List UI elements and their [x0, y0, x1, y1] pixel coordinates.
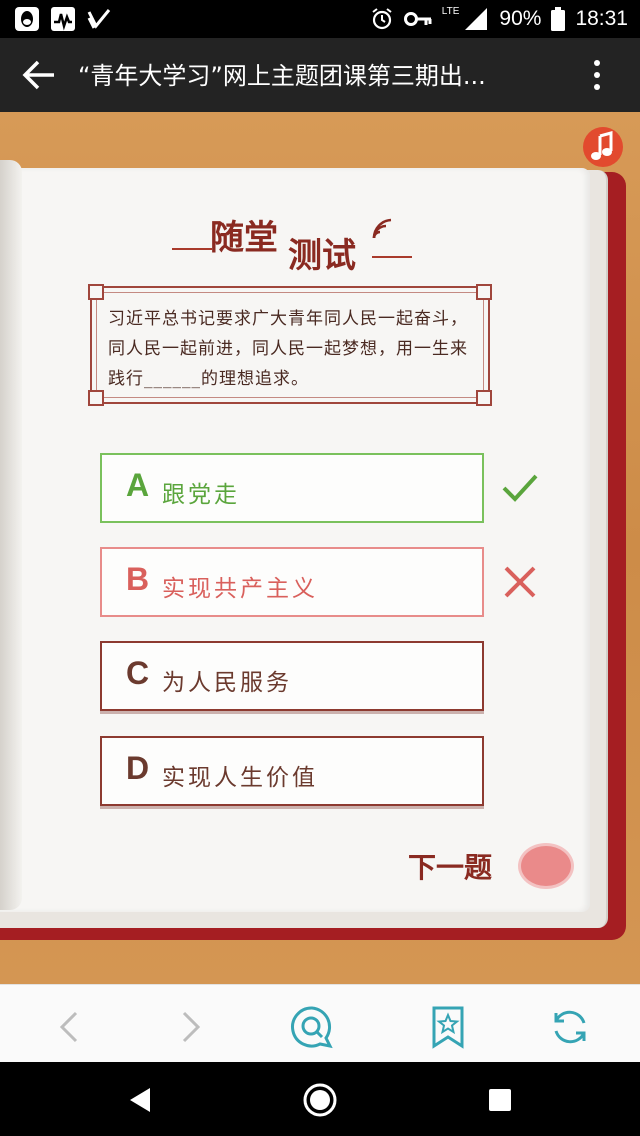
- quiz-heading: 随堂 测试: [172, 210, 412, 276]
- app-title-bar: “青年大学习”网上主题团课第三期出...: [0, 38, 640, 112]
- nav-home-icon[interactable]: [302, 1082, 338, 1118]
- option-letter: D: [126, 750, 150, 786]
- correct-check-icon: [502, 474, 538, 502]
- option-letter: C: [126, 655, 150, 691]
- signal-waves-icon: [372, 218, 392, 239]
- quiz-page: 随堂 测试 习近平总书记要求广大青年同人民一起奋斗，同人民一起前进，同人民一起梦…: [0, 112, 640, 984]
- next-question-button[interactable]: [521, 846, 571, 886]
- heading-line-left: [172, 248, 212, 250]
- nav-recents-icon[interactable]: [482, 1082, 518, 1118]
- back-arrow-icon[interactable]: [20, 55, 60, 95]
- network-type: LTE: [441, 5, 460, 17]
- checkmark-app-icon: [87, 9, 111, 29]
- option-d[interactable]: D 实现人生价值: [100, 736, 484, 806]
- option-label: 为人民服务: [162, 670, 292, 696]
- heading-line-right: [372, 256, 412, 258]
- bookmark-star-icon[interactable]: [426, 1005, 470, 1049]
- refresh-icon[interactable]: [548, 1005, 592, 1049]
- option-letter: A: [126, 467, 150, 503]
- battery-percent: 90%: [499, 7, 542, 30]
- heading-text-2: 测试: [288, 236, 356, 276]
- frame-corner: [476, 390, 492, 406]
- system-nav-bar: [0, 1062, 640, 1136]
- status-bar: LTE 90% 18:31: [0, 0, 640, 38]
- option-b[interactable]: B 实现共产主义: [100, 547, 484, 617]
- wrong-x-icon: [504, 566, 536, 598]
- option-a[interactable]: A 跟党走: [100, 453, 484, 523]
- option-letter: B: [126, 561, 150, 597]
- question-text: 习近平总书记要求广大青年同人民一起奋斗，同人民一起前进，同人民一起梦想，用一生来…: [108, 309, 468, 389]
- frame-corner: [476, 284, 492, 300]
- next-question-label[interactable]: 下一题: [408, 846, 492, 886]
- more-options-icon[interactable]: [582, 54, 612, 96]
- heading-text-1: 随堂: [210, 218, 278, 258]
- option-label: 实现人生价值: [162, 765, 318, 791]
- music-note-icon: [591, 131, 613, 160]
- option-label: 实现共产主义: [162, 576, 318, 602]
- nav-back-icon[interactable]: [122, 1082, 158, 1118]
- back-arrow-icon[interactable]: [48, 1005, 92, 1049]
- clock: 18:31: [575, 7, 628, 30]
- question-box: 习近平总书记要求广大青年同人民一起奋斗，同人民一起前进，同人民一起梦想，用一生来…: [88, 284, 492, 406]
- page-title: “青年大学习”网上主题团课第三期出...: [78, 62, 486, 90]
- frame-corner: [88, 284, 104, 300]
- signal-icon: [465, 8, 488, 30]
- battery-icon: [551, 7, 566, 31]
- activity-icon: [51, 7, 75, 31]
- page-curl: [0, 160, 22, 910]
- music-button[interactable]: [583, 127, 623, 167]
- key-icon: [403, 12, 432, 26]
- forward-arrow-icon[interactable]: [168, 1005, 212, 1049]
- option-c[interactable]: C 为人民服务: [100, 641, 484, 711]
- option-label: 跟党走: [162, 482, 240, 508]
- qq-icon: [15, 7, 39, 31]
- frame-corner: [88, 390, 104, 406]
- browser-toolbar: [0, 984, 640, 1062]
- search-chat-icon[interactable]: [290, 1005, 334, 1049]
- alarm-icon: [372, 8, 392, 30]
